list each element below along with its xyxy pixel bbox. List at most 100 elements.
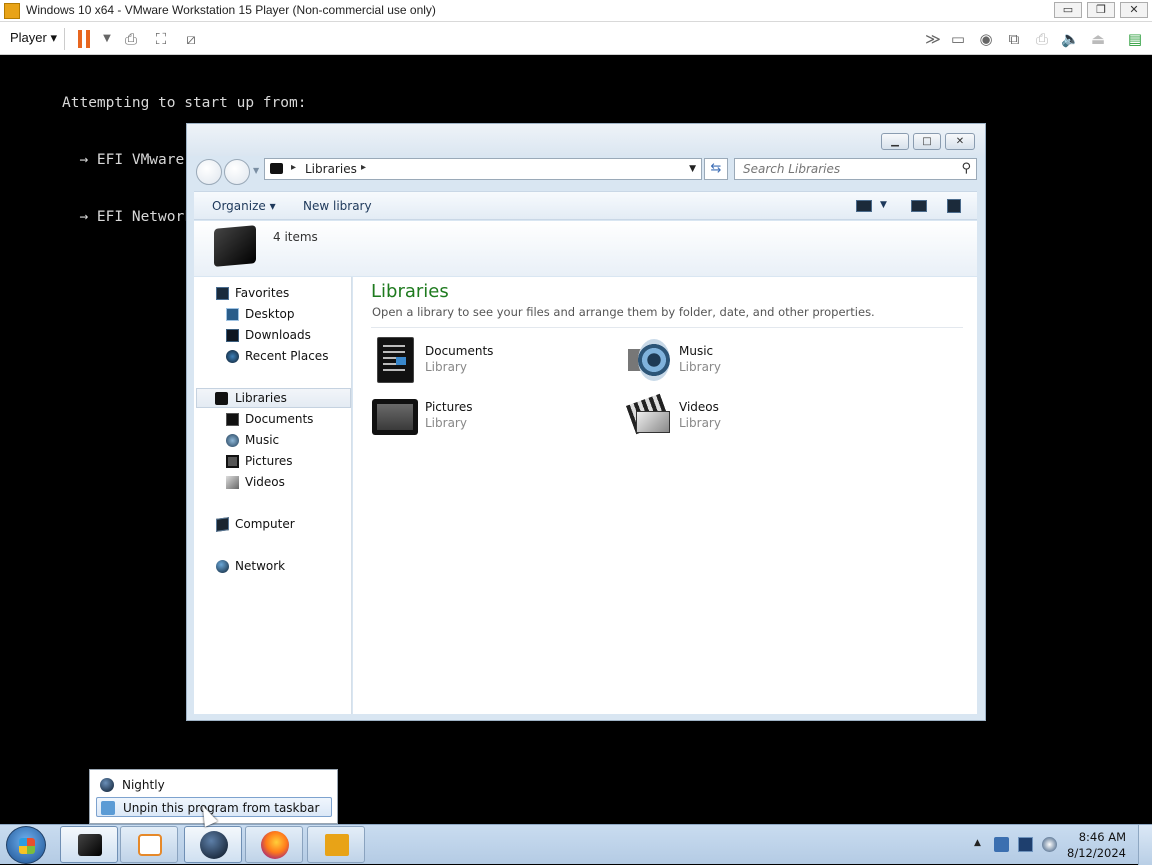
videos-icon [625, 393, 672, 439]
navigation-pane: Favorites Desktop Downloads Recent Place… [194, 277, 352, 714]
nightly-icon [100, 778, 114, 792]
breadcrumb-separator-icon[interactable]: ▸ [291, 162, 296, 173]
organize-button[interactable]: Organize ▾ [212, 199, 276, 213]
forward-chevron-icon[interactable]: ≫ [924, 30, 942, 48]
taskbar-nightly[interactable] [184, 826, 242, 863]
library-type: Library [425, 360, 467, 374]
preview-pane-icon[interactable] [911, 200, 927, 212]
library-type: Library [679, 360, 721, 374]
vmware-restore-button[interactable]: ❐ [1087, 2, 1115, 18]
breadcrumb-chevron-icon[interactable]: ▸ [361, 162, 366, 173]
vmware-close-button[interactable]: ✕ [1120, 2, 1148, 18]
videos-icon [226, 476, 239, 489]
explorer-maximize-button[interactable]: □ [913, 133, 941, 150]
nav-label: Pictures [245, 454, 293, 468]
nav-label: Music [245, 433, 280, 447]
console-line: Attempting to start up from: [62, 95, 307, 111]
address-dropdown-icon[interactable]: ▼ [689, 164, 696, 174]
address-bar[interactable]: ▸ Libraries ▸ ▼ [264, 158, 702, 180]
new-library-button[interactable]: New library [303, 199, 372, 213]
unpin-icon [101, 801, 115, 815]
cd-drive-icon[interactable]: ◉ [977, 30, 995, 48]
library-name: Music [679, 344, 714, 358]
taskbar-media-player[interactable] [120, 826, 178, 863]
network-tray-icon[interactable] [1018, 837, 1033, 852]
breadcrumb-libraries[interactable]: Libraries [305, 162, 357, 176]
volume-icon[interactable] [1042, 837, 1057, 852]
vmware-logo-icon [4, 3, 20, 19]
libraries-icon [78, 834, 102, 856]
library-tile-pictures[interactable]: Pictures Library [372, 393, 602, 443]
nav-label: Downloads [245, 328, 311, 342]
message-log-icon[interactable]: ▤ [1126, 30, 1144, 48]
desktop-icon [226, 308, 239, 321]
refresh-icon[interactable]: ⇆ [704, 158, 728, 180]
nav-label: Desktop [245, 307, 295, 321]
unity-icon[interactable]: ⧄ [182, 30, 200, 48]
search-box[interactable]: ⚲ [734, 158, 977, 180]
library-name: Videos [679, 400, 719, 414]
favorites-icon [216, 287, 229, 300]
fullscreen-icon[interactable]: ⛶ [152, 30, 170, 48]
nav-label: Network [235, 559, 286, 573]
jumplist-item-nightly[interactable]: Nightly [96, 775, 332, 795]
page-description: Open a library to see your files and arr… [372, 305, 875, 319]
sound-icon[interactable]: 🔈 [1061, 30, 1080, 48]
search-input[interactable] [743, 161, 953, 177]
vmware-minimize-button[interactable]: ▭ [1054, 2, 1082, 18]
nav-label: Recent Places [245, 349, 329, 363]
taskbar: ▲ 8:46 AM 8/12/2024 [0, 824, 1152, 865]
explorer-minimize-button[interactable]: ▁ [881, 133, 909, 150]
player-menu-label: Player [10, 30, 47, 45]
jumplist-label: Unpin this program from taskbar [123, 801, 320, 815]
music-icon [226, 434, 239, 447]
back-button[interactable] [196, 159, 222, 185]
system-tray: ▲ 8:46 AM 8/12/2024 [972, 825, 1152, 865]
show-hidden-icons-chevron-icon[interactable]: ▲ [974, 838, 981, 848]
taskbar-clock[interactable]: 8:46 AM 8/12/2024 [1067, 829, 1126, 861]
library-tile-music[interactable]: Music Library [626, 337, 856, 387]
vmware-titlebar: Windows 10 x64 - VMware Workstation 15 P… [0, 0, 1152, 22]
library-tile-documents[interactable]: Documents Library [372, 337, 602, 387]
change-view-icon[interactable] [856, 200, 872, 212]
command-bar: Organize ▾ New library ▼ [194, 191, 977, 220]
pictures-icon [372, 393, 418, 439]
view-options-chevron-icon[interactable]: ▼ [880, 200, 887, 210]
firefox-icon [261, 831, 289, 859]
downloads-icon [226, 329, 239, 342]
search-icon[interactable]: ⚲ [961, 161, 971, 176]
recent-places-icon [226, 350, 239, 363]
music-icon [626, 337, 672, 383]
send-ctrl-alt-del-icon[interactable]: ⎙ [122, 30, 140, 48]
taskbar-explorer[interactable] [60, 826, 118, 863]
player-menu-button[interactable]: Player ▾ [10, 30, 57, 46]
action-center-flag-icon[interactable] [994, 837, 1009, 852]
taskbar-vmware[interactable] [307, 826, 365, 863]
explorer-close-button[interactable]: ✕ [945, 133, 975, 150]
forward-button[interactable] [224, 159, 250, 185]
library-header: 4 items [194, 221, 977, 276]
help-icon[interactable] [947, 199, 961, 213]
windows-logo-icon [19, 838, 35, 854]
pause-icon[interactable] [78, 30, 92, 48]
documents-icon [226, 413, 239, 426]
start-button[interactable] [6, 826, 46, 864]
organize-label: Organize [212, 199, 266, 213]
nav-label: Favorites [235, 286, 290, 300]
library-type: Library [425, 416, 467, 430]
nav-libraries[interactable]: Libraries [196, 388, 351, 408]
usb-icon[interactable]: ⏏ [1089, 30, 1107, 48]
taskbar-firefox[interactable] [245, 826, 303, 863]
pictures-icon [226, 455, 239, 468]
show-desktop-button[interactable] [1138, 825, 1152, 865]
page-title: Libraries [371, 281, 449, 302]
network-adapter-icon[interactable]: ⧉ [1005, 30, 1023, 48]
toolbar-divider [64, 28, 65, 50]
nav-label: Libraries [235, 391, 287, 405]
hard-disk-icon[interactable]: ▭ [949, 30, 967, 48]
recent-pages-chevron-icon[interactable]: ▼ [253, 166, 259, 175]
media-player-icon [138, 834, 162, 856]
printer-icon[interactable]: ⎙ [1033, 30, 1051, 48]
pause-dropdown-chevron-icon[interactable]: ▼ [98, 30, 116, 48]
library-tile-videos[interactable]: Videos Library [625, 393, 856, 443]
